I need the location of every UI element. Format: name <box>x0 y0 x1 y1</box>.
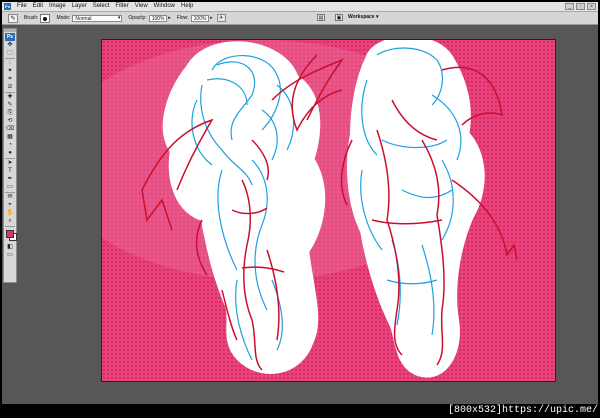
watermark-caption: [800x532]https://upic.me/ <box>433 404 598 417</box>
mode-label: Mode: <box>56 15 71 21</box>
move-tool-icon[interactable]: ✥ <box>5 42 15 49</box>
eraser-tool-icon[interactable]: ⌫ <box>5 126 15 133</box>
crop-tool-icon[interactable]: ⌗ <box>5 76 15 83</box>
menu-view[interactable]: View <box>132 2 151 11</box>
slice-tool-icon[interactable]: ⧄ <box>5 84 15 91</box>
zoom-tool-icon[interactable]: ⌕ <box>5 218 15 225</box>
tools-panel: Ps ✥ ⬚ ◌ ✦ ⌗ ⧄ ✚ ✎ ⎘ ⟲ ⌫ ▦ ◔ ● ➤ T ✒ ▭ ✉ ⌖ ✋ ⌕ ◧ ▭ <box>3 28 17 283</box>
tool-divider <box>5 92 15 93</box>
options-bar: ✎ Brush: Mode: Normal Opacity: 100% Flow… <box>2 12 598 25</box>
gradient-tool-icon[interactable]: ▦ <box>5 134 15 141</box>
eyedropper-tool-icon[interactable]: ⌖ <box>5 202 15 209</box>
ps-badge: Ps <box>5 33 15 41</box>
tool-divider <box>5 192 15 193</box>
tool-list: ✥ ⬚ ◌ ✦ ⌗ ⧄ ✚ ✎ ⎘ ⟲ ⌫ ▦ ◔ ● ➤ T ✒ ▭ ✉ ⌖ ✋ ⌕ <box>4 42 16 225</box>
artwork <box>102 40 555 381</box>
notes-tool-icon[interactable]: ✉ <box>5 194 15 201</box>
shape-tool-icon[interactable]: ▭ <box>5 184 15 191</box>
lasso-tool-icon[interactable]: ◌ <box>5 60 15 67</box>
workspace-menu[interactable]: Workspace ▾ <box>346 14 381 21</box>
app-logo-icon: Ps <box>4 3 11 10</box>
palette-well-icon[interactable]: ▤ <box>317 14 325 21</box>
magic-wand-tool-icon[interactable]: ✦ <box>5 68 15 75</box>
menu-image[interactable]: Image <box>46 2 69 11</box>
tool-divider <box>5 226 15 227</box>
brush-tool-icon[interactable]: ✎ <box>5 102 15 109</box>
photoshop-window: Ps File Edit Image Layer Select Filter V… <box>2 2 598 404</box>
quick-mask-icon[interactable]: ◧ <box>5 244 15 251</box>
marquee-tool-icon[interactable]: ⬚ <box>5 50 15 57</box>
hand-tool-icon[interactable]: ✋ <box>5 210 15 217</box>
dodge-tool-icon[interactable]: ● <box>5 150 15 157</box>
menu-help[interactable]: Help <box>178 2 196 11</box>
minimize-button[interactable]: _ <box>565 3 574 10</box>
opacity-field[interactable]: 100% <box>148 14 171 22</box>
menu-edit[interactable]: Edit <box>30 2 46 11</box>
flow-field[interactable]: 100% <box>190 14 213 22</box>
menu-select[interactable]: Select <box>90 2 113 11</box>
type-tool-icon[interactable]: T <box>5 168 15 175</box>
close-button[interactable]: × <box>587 3 596 10</box>
window-controls: _ ▫ × <box>565 3 596 10</box>
opacity-label: Opacity: <box>128 15 147 21</box>
history-brush-tool-icon[interactable]: ⟲ <box>5 118 15 125</box>
menu-window[interactable]: Window <box>151 2 178 11</box>
screen-mode-icon[interactable]: ▭ <box>5 252 15 259</box>
flow-label: Flow: <box>176 15 189 21</box>
document-icon[interactable]: ▣ <box>335 14 343 21</box>
tool-divider <box>5 158 15 159</box>
blur-tool-icon[interactable]: ◔ <box>5 142 15 149</box>
mode-select[interactable]: Normal <box>72 14 123 22</box>
menu-file[interactable]: File <box>14 2 30 11</box>
color-swatches <box>4 229 17 243</box>
menu-filter[interactable]: Filter <box>112 2 131 11</box>
pen-tool-icon[interactable]: ✒ <box>5 176 15 183</box>
path-selection-tool-icon[interactable]: ➤ <box>5 160 15 167</box>
document-canvas[interactable] <box>101 39 556 382</box>
panel-grip[interactable] <box>4 29 16 32</box>
brush-preset-picker[interactable] <box>40 13 51 23</box>
foreground-color-swatch[interactable] <box>6 230 14 238</box>
clone-stamp-tool-icon[interactable]: ⎘ <box>5 110 15 117</box>
airbrush-icon[interactable]: ✈ <box>216 14 226 22</box>
tool-divider <box>5 58 15 59</box>
menu-layer[interactable]: Layer <box>69 2 90 11</box>
maximize-button[interactable]: ▫ <box>576 3 585 10</box>
brush-tool-preset-icon[interactable]: ✎ <box>8 13 18 23</box>
healing-brush-tool-icon[interactable]: ✚ <box>5 94 15 101</box>
menu-bar: Ps File Edit Image Layer Select Filter V… <box>2 2 598 12</box>
brush-label: Brush: <box>24 15 39 21</box>
